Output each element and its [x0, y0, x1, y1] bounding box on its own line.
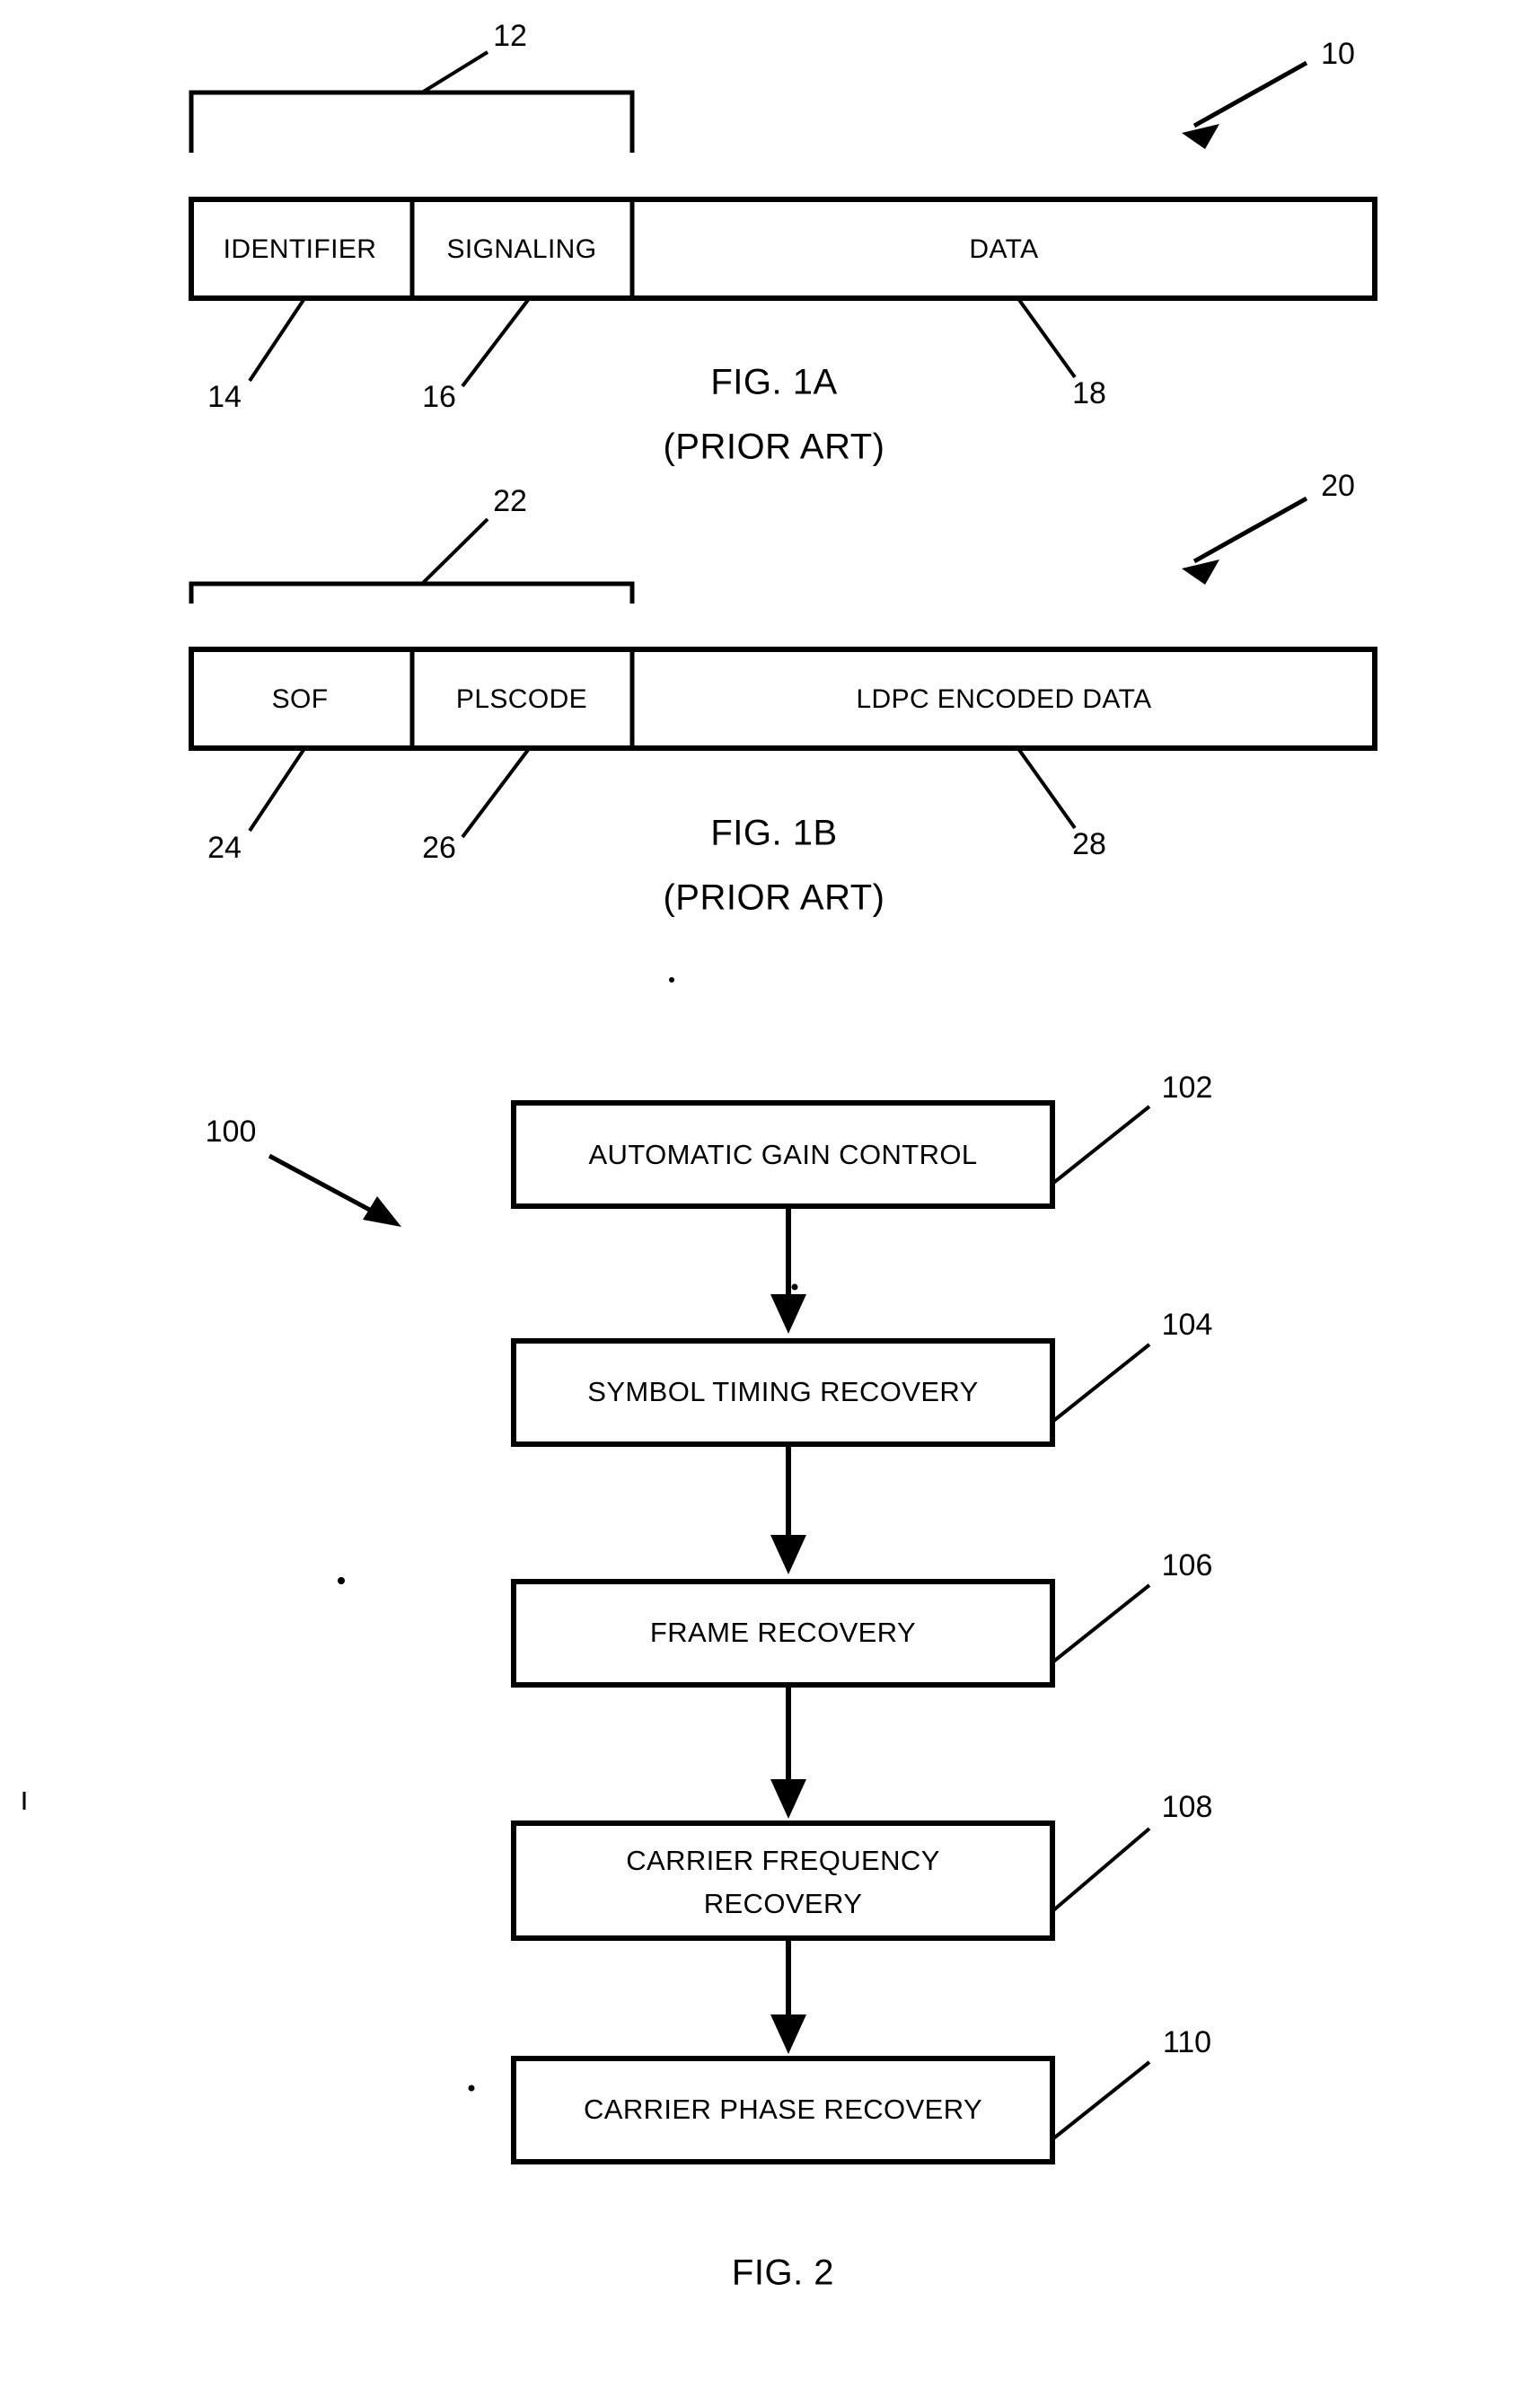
- fig1a-cell-identifier: IDENTIFIER: [224, 234, 377, 264]
- fig1a-ref-14: 14: [207, 380, 242, 414]
- fig2-ref-102: 102: [1162, 1071, 1213, 1105]
- fig2-step-label-102: AUTOMATIC GAIN CONTROL: [588, 1139, 977, 1170]
- fig1b-leader-26: [461, 748, 530, 839]
- fig2-flow-arrow-4: [770, 1938, 806, 2054]
- fig2-assembly-arrow: [268, 1153, 401, 1227]
- fig2-ref-108: 108: [1162, 1790, 1213, 1824]
- fig1b-ref-26: 26: [422, 831, 456, 865]
- scan-speck: [468, 2085, 475, 2092]
- fig1a-caption-line2: (PRIOR ART): [663, 428, 884, 467]
- fig1a-cell-signaling: SIGNALING: [447, 234, 597, 264]
- fig1b-leader-28: [1017, 748, 1077, 830]
- fig2-leader-106: [1051, 1583, 1151, 1664]
- fig1a-ref-16: 16: [422, 380, 456, 414]
- fig1a-cell-data: DATA: [969, 234, 1038, 264]
- fig1a-bracket-ref: 12: [493, 19, 527, 53]
- fig2-caption-line1: FIG. 2: [732, 2253, 834, 2293]
- fig1b-header-bracket: [189, 581, 635, 604]
- fig1b-cell-sof: SOF: [272, 684, 329, 714]
- scan-speck: [669, 977, 674, 983]
- fig2-step-label-110: CARRIER PHASE RECOVERY: [584, 2094, 982, 2125]
- fig1b-bracket-ref: 22: [493, 484, 527, 518]
- fig1a-leader-18: [1017, 298, 1077, 379]
- fig2-ref-110: 110: [1163, 2025, 1211, 2059]
- fig2-step-label-108-line1: CARRIER FREQUENCY: [626, 1845, 940, 1876]
- fig2-flow-arrow-3: [770, 1685, 806, 1819]
- figure-1b: 20 22 SOF PLSCODE LDPC ENCODED DATA 24 2…: [189, 469, 1377, 918]
- fig2-leader-108: [1051, 1827, 1151, 1913]
- fig2-step-label-106: FRAME RECOVERY: [650, 1617, 916, 1648]
- fig1a-bracket-leader: [420, 50, 489, 94]
- fig1b-cell-plscode: PLSCODE: [456, 684, 587, 714]
- fig2-leader-102: [1051, 1105, 1151, 1186]
- fig1b-caption-line2: (PRIOR ART): [663, 878, 884, 918]
- fig2-ref-104: 104: [1162, 1308, 1213, 1342]
- figure-2: 100 AUTOMATIC GAIN CONTROL 102 SYMBOL TI…: [206, 1071, 1213, 2293]
- fig2-leader-110: [1051, 2060, 1151, 2141]
- fig1a-leader-14: [248, 298, 305, 383]
- fig1a-leader-16: [461, 298, 530, 388]
- fig1b-cell-ldpc-encoded-data: LDPC ENCODED DATA: [856, 684, 1151, 714]
- fig1b-frame: [189, 647, 1377, 751]
- patent-drawing-sheet: 10 12 IDENTIFIER SIGNALING DATA 14 16 18…: [0, 0, 1540, 2389]
- fig2-leader-104: [1051, 1343, 1151, 1424]
- fig2-step-box-108: [511, 1820, 1055, 1941]
- fig1b-ref-24: 24: [207, 831, 242, 865]
- fig1b-bracket-leader: [420, 517, 489, 586]
- fig2-step-label-108-line2: RECOVERY: [704, 1888, 863, 1919]
- fig1b-assembly-ref: 20: [1321, 469, 1355, 503]
- fig2-assembly-ref: 100: [206, 1115, 257, 1149]
- figure-1a: 10 12 IDENTIFIER SIGNALING DATA 14 16 18…: [189, 19, 1377, 467]
- fig1a-assembly-arrow: [1182, 60, 1308, 149]
- scan-speck: [338, 1577, 345, 1584]
- fig1a-assembly-ref: 10: [1321, 37, 1355, 71]
- fig1b-leader-24: [248, 748, 305, 833]
- fig2-step-label-104: SYMBOL TIMING RECOVERY: [587, 1376, 978, 1407]
- fig1a-caption-line1: FIG. 1A: [710, 363, 837, 402]
- fig1b-ref-28: 28: [1072, 827, 1106, 861]
- fig1a-ref-18: 18: [1072, 376, 1106, 410]
- fig2-flow-arrow-2: [770, 1444, 806, 1574]
- fig2-flow-arrow-1: [770, 1206, 806, 1334]
- fig1a-header-bracket: [189, 90, 635, 153]
- fig2-ref-106: 106: [1162, 1548, 1213, 1582]
- scan-speck: [791, 1283, 798, 1291]
- drawing-canvas: 10 12 IDENTIFIER SIGNALING DATA 14 16 18…: [22, 19, 1377, 2293]
- fig1b-assembly-arrow: [1182, 496, 1308, 585]
- fig1b-caption-line1: FIG. 1B: [710, 814, 837, 853]
